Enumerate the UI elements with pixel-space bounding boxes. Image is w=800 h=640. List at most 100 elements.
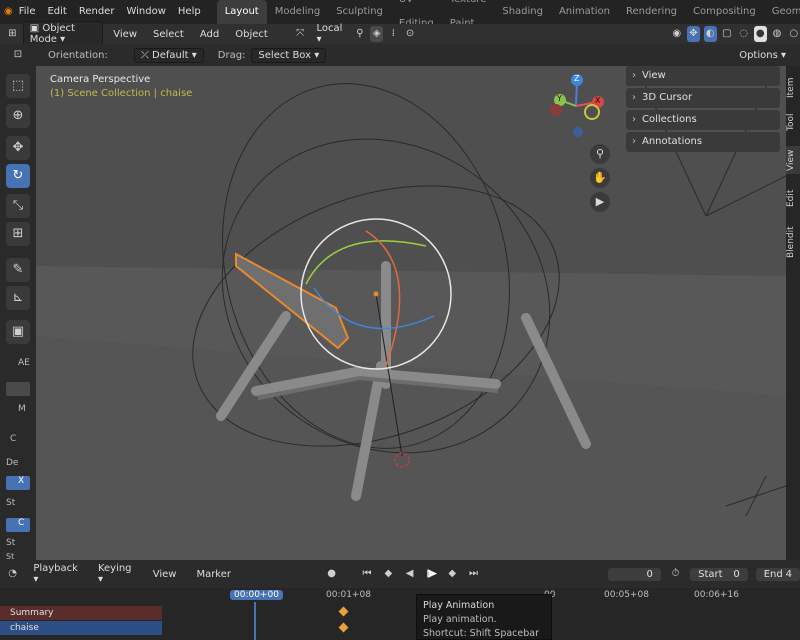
- panel-view[interactable]: View: [626, 66, 780, 86]
- select-box-icon[interactable]: ⬚: [6, 74, 30, 98]
- tab-view[interactable]: View: [786, 146, 800, 174]
- move-icon[interactable]: ✥: [6, 136, 30, 160]
- object-origin: [373, 291, 379, 297]
- summary-label: Summary: [10, 608, 54, 618]
- object-mode-icon: ▣: [29, 23, 43, 34]
- tab-compositing[interactable]: Compositing: [685, 0, 764, 24]
- snap-icon[interactable]: ◈: [370, 26, 384, 42]
- channel-summary[interactable]: Summary: [0, 606, 162, 620]
- camera-perspective-label: Camera Perspective: [50, 74, 151, 85]
- pivot-icon[interactable]: ⚲: [354, 26, 367, 42]
- shading-wire-icon[interactable]: ◌: [737, 26, 750, 42]
- timeline-body[interactable]: Summary chaise 00:00+00 00:01+08 00 00:0…: [0, 588, 800, 640]
- play-reverse-icon[interactable]: ◀: [403, 566, 416, 582]
- scale-icon[interactable]: ⤡: [6, 194, 30, 218]
- panel-3d-cursor[interactable]: 3D Cursor: [626, 88, 780, 108]
- menu-select[interactable]: Select: [147, 28, 190, 41]
- jump-start-icon[interactable]: ⏮: [360, 566, 373, 582]
- side-label-x[interactable]: X: [6, 476, 30, 490]
- shading-material-icon[interactable]: ◍: [771, 26, 784, 42]
- tab-animation[interactable]: Animation: [551, 0, 618, 24]
- tab-modeling[interactable]: Modeling: [267, 0, 329, 24]
- next-keyframe-icon[interactable]: ◆: [446, 566, 459, 582]
- start-label: Start: [698, 568, 723, 580]
- keyframe-diamond[interactable]: [338, 606, 349, 617]
- annotate-icon[interactable]: ✎: [6, 258, 30, 282]
- tab-shading[interactable]: Shading: [494, 0, 551, 24]
- overlay-icon[interactable]: ◐: [703, 26, 717, 42]
- pan-hand-icon[interactable]: ✋: [590, 168, 610, 188]
- gizmo-toggle-icon[interactable]: ✥: [687, 26, 700, 42]
- camera-view-icon[interactable]: ▶: [590, 192, 610, 212]
- menu-view[interactable]: View: [107, 28, 143, 41]
- menu-timeline-view[interactable]: View: [147, 568, 183, 581]
- orientation-axis-icon: ⤫: [140, 49, 153, 61]
- tab-blendit[interactable]: Blendit: [786, 222, 800, 262]
- menu-marker[interactable]: Marker: [190, 568, 237, 581]
- snap-target-icon[interactable]: ⁞: [387, 26, 400, 42]
- end-label: End: [763, 568, 783, 580]
- blender-logo-icon[interactable]: ◉: [4, 4, 13, 20]
- transform-space-label: Local: [316, 23, 343, 34]
- tab-rendering[interactable]: Rendering: [618, 0, 685, 24]
- xray-icon[interactable]: ▢: [721, 26, 734, 42]
- shading-rendered-icon[interactable]: ○: [787, 26, 800, 42]
- mouse-pointer-icon: ➤: [426, 566, 438, 582]
- tab-geometry[interactable]: Geome: [764, 0, 800, 24]
- tab-edit[interactable]: Edit: [786, 184, 800, 212]
- gizmo-y-label[interactable]: Y: [557, 94, 562, 103]
- prev-keyframe-icon[interactable]: ◆: [382, 566, 395, 582]
- transform-orientation-icon[interactable]: ⤧: [294, 26, 307, 42]
- transform-space-dropdown[interactable]: Local ▾: [311, 22, 350, 46]
- left-toolbar: ⬚ ⊕ ✥ ↻ ⤡ ⊞ ✎ ⊾ ▣ AE M C De X St C St St: [0, 66, 36, 561]
- record-icon[interactable]: ●: [325, 566, 338, 582]
- options-label: Options: [739, 49, 778, 61]
- rotate-icon[interactable]: ↻: [6, 164, 30, 188]
- side-label-c2[interactable]: C: [6, 518, 30, 532]
- panel-annotations[interactable]: Annotations: [626, 132, 780, 152]
- zoom-icon[interactable]: ⚲: [590, 144, 610, 164]
- start-frame-field[interactable]: Start 0: [690, 567, 748, 581]
- cursor-icon[interactable]: ⊕: [6, 104, 30, 128]
- timeline-header: ◔ Playback ▾ Keying ▾ View Marker ● ⏮ ◆ …: [0, 560, 800, 588]
- menu-add[interactable]: Add: [194, 28, 225, 41]
- time-marker-2: 00:01+08: [326, 590, 371, 600]
- tab-tool[interactable]: Tool: [786, 108, 800, 136]
- shading-solid-icon[interactable]: ●: [753, 26, 767, 42]
- stopwatch-icon[interactable]: ⏱: [669, 566, 682, 582]
- sidebar-tabs: Item Tool View Edit Blendit: [786, 66, 800, 560]
- editor-type-icon[interactable]: ⊞: [6, 26, 19, 42]
- side-label-st1: St: [6, 498, 16, 508]
- options-button[interactable]: Options ▾: [733, 49, 792, 62]
- channel-chaise[interactable]: chaise: [0, 621, 162, 635]
- transform-icon[interactable]: ⊞: [6, 222, 30, 246]
- gizmo-z-label[interactable]: Z: [574, 74, 579, 83]
- tab-sculpting[interactable]: Sculpting: [328, 0, 391, 24]
- visibility-icon[interactable]: ◉: [670, 26, 683, 42]
- viewport-header: ⊞ ▣ Object Mode ▾ View Select Add Object…: [0, 21, 800, 47]
- end-frame-field[interactable]: End 4: [755, 567, 800, 581]
- sidebar-panel: View 3D Cursor Collections Annotations: [626, 66, 780, 154]
- gizmo-x-label[interactable]: X: [595, 96, 600, 105]
- side-swatch-1[interactable]: [6, 382, 30, 396]
- orientation-dropdown[interactable]: ⤫ Default ▾: [133, 47, 204, 63]
- tab-item[interactable]: Item: [786, 74, 800, 102]
- keyframe-diamond[interactable]: [338, 622, 349, 633]
- tab-layout[interactable]: Layout: [216, 0, 267, 24]
- measure-icon[interactable]: ⊾: [6, 286, 30, 310]
- menu-window[interactable]: Window: [120, 0, 171, 24]
- proportional-edit-icon[interactable]: ⊙: [404, 26, 417, 42]
- current-frame-field[interactable]: 0: [608, 567, 661, 581]
- timeline-editor-icon[interactable]: ◔: [6, 566, 19, 582]
- menu-object[interactable]: Object: [229, 28, 274, 41]
- top-menu-bar: ◉ File Edit Render Window Help Layout Mo…: [0, 0, 800, 29]
- add-cube-icon[interactable]: ▣: [6, 320, 30, 344]
- menu-help[interactable]: Help: [172, 0, 207, 24]
- panel-collections[interactable]: Collections: [626, 110, 780, 130]
- menu-keying[interactable]: Keying ▾: [92, 562, 139, 586]
- drag-dropdown[interactable]: Select Box ▾: [251, 47, 327, 63]
- jump-end-icon[interactable]: ⏭: [467, 566, 480, 582]
- menu-playback[interactable]: Playback ▾: [27, 562, 84, 586]
- time-marker-5: 00:06+16: [694, 590, 739, 600]
- playhead-time[interactable]: 00:00+00: [230, 590, 283, 600]
